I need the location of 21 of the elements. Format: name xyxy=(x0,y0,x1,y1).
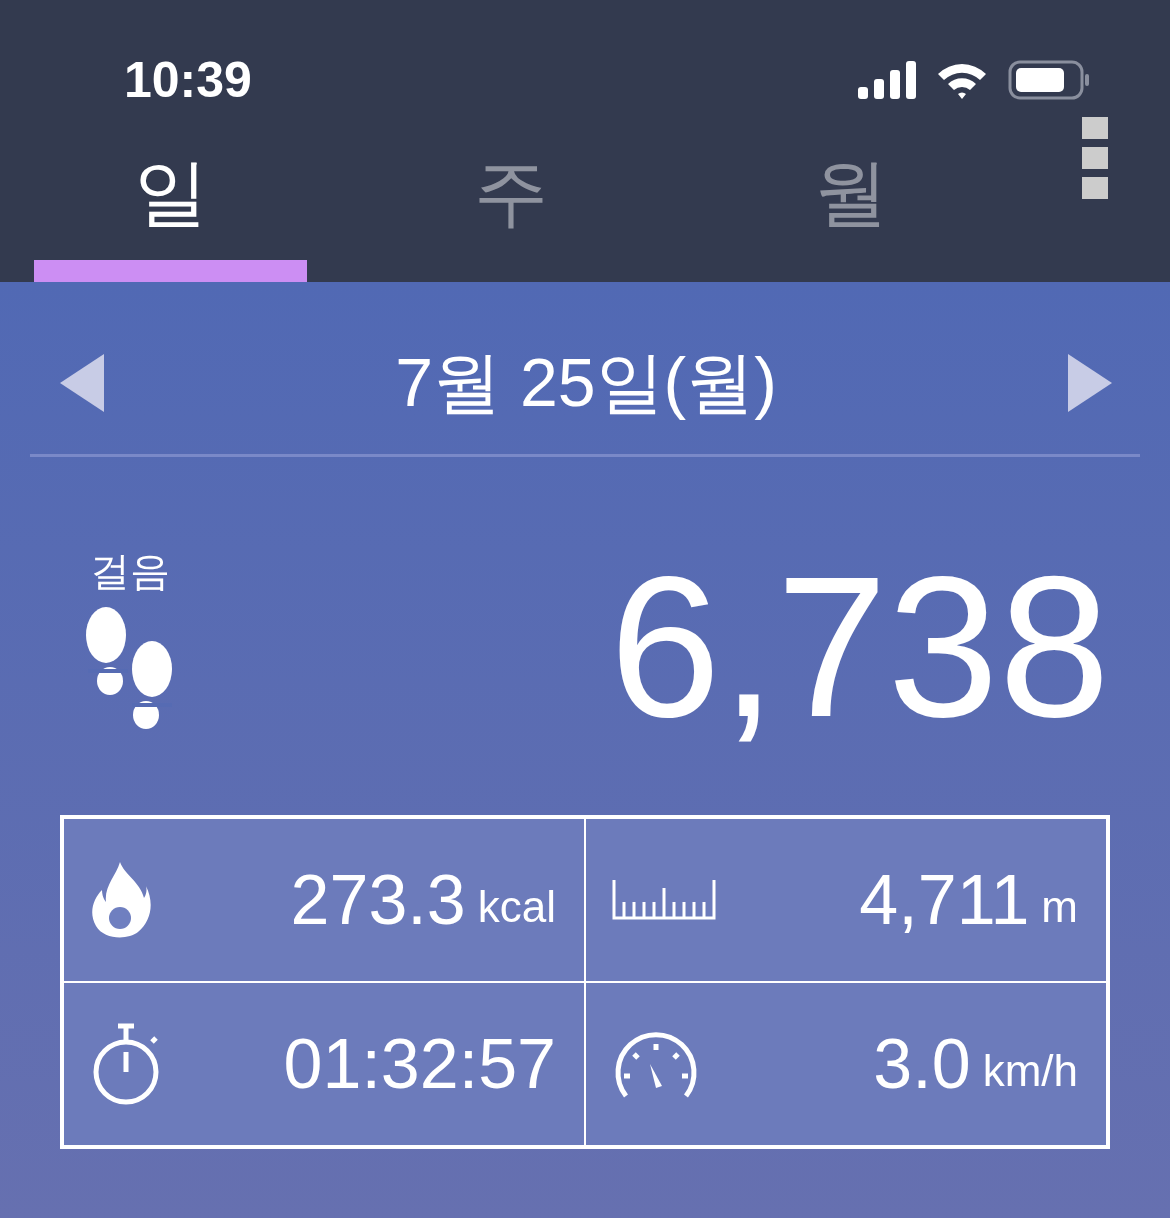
stat-value: 273.3 xyxy=(290,860,466,940)
signal-icon xyxy=(858,61,916,99)
stat-unit: m xyxy=(1041,882,1078,932)
step-count: 6,738 xyxy=(609,547,1110,747)
menu-icon[interactable] xyxy=(1082,117,1108,199)
period-tab[interactable]: 주 xyxy=(374,110,647,282)
flame-icon xyxy=(90,862,152,938)
stat-value: 01:32:57 xyxy=(283,1024,556,1104)
wifi-icon xyxy=(936,61,988,99)
period-tab[interactable]: 월 xyxy=(714,110,987,282)
stat-value: 3.0 xyxy=(873,1024,971,1104)
status-time: 10:39 xyxy=(124,51,252,109)
battery-icon xyxy=(1008,60,1090,100)
stat-unit: km/h xyxy=(982,1046,1078,1096)
previous-arrow-icon[interactable] xyxy=(60,354,104,412)
steps-label: 걸음 xyxy=(90,547,170,595)
next-arrow-icon[interactable] xyxy=(1068,354,1112,412)
stat-value: 4,711 xyxy=(859,860,1030,940)
date-label: 7월 25일(월) xyxy=(395,342,777,422)
stat-unit: kcal xyxy=(477,882,556,932)
ruler-icon xyxy=(612,880,716,920)
